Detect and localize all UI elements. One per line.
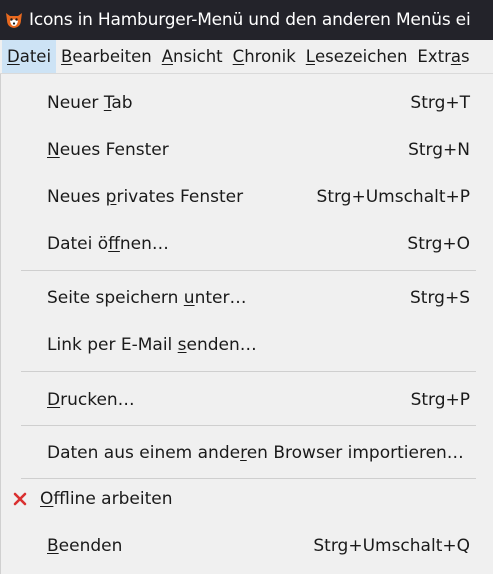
menu-item-save-page-as[interactable]: Seite speichern unter… Strg+S — [1, 274, 493, 321]
menu-item-label: Neues Fenster — [47, 139, 169, 160]
menubar-lesezeichen[interactable]: Lesezeichen — [301, 40, 413, 73]
menu-item-new-tab[interactable]: Neuer Tab Strg+T — [1, 79, 493, 126]
menu-item-open-file[interactable]: Datei öffnen… Strg+O — [1, 220, 493, 267]
menu-item-shortcut: Strg+Umschalt+Q — [313, 535, 470, 556]
menubar-extras[interactable]: Extr a s — [412, 40, 474, 73]
menubar-chronik[interactable]: Chronik — [228, 40, 301, 73]
menu-item-quit[interactable]: Beenden Strg+Umschalt+Q — [1, 522, 493, 569]
x-mark-icon — [13, 492, 27, 505]
menu-item-label: Neuer Tab — [47, 92, 133, 113]
menu-item-label: Drucken… — [47, 389, 135, 410]
menu-item-label: Neues privates Fenster — [47, 186, 244, 207]
accelerator-key: L — [305, 47, 315, 66]
menu-item-shortcut: Strg+P — [410, 389, 470, 410]
accelerator-key: a — [450, 47, 461, 66]
firefox-fox-icon — [6, 13, 22, 28]
accelerator-key: A — [161, 47, 174, 66]
menu-bar: Datei Bearbeiten Ansicht Chronik Lesezei… — [0, 40, 493, 74]
menu-item-shortcut: Strg+S — [410, 287, 470, 308]
menu-separator — [21, 425, 476, 426]
menu-item-label: Datei öffnen… — [47, 233, 169, 254]
menu-item-label: Offline arbeiten — [40, 488, 173, 509]
menu-item-label: Seite speichern unter… — [47, 287, 247, 308]
accelerator-key: C — [232, 47, 245, 66]
menu-item-import-browser-data[interactable]: Daten aus einem anderen Browser importie… — [1, 429, 493, 476]
window-title: Icons in Hamburger-Menü und den anderen … — [29, 10, 471, 30]
menu-item-label: Beenden — [47, 535, 123, 556]
menu-item-shortcut: Strg+T — [410, 92, 470, 113]
menu-item-shortcut: Strg+N — [408, 139, 470, 160]
accelerator-key: D — [7, 47, 20, 66]
menu-separator — [21, 371, 476, 372]
window-titlebar: Icons in Hamburger-Menü und den anderen … — [0, 0, 493, 40]
file-menu-popup: Neuer Tab Strg+T Neues Fenster Strg+N Ne… — [0, 74, 493, 574]
menubar-bearbeiten[interactable]: Bearbeiten — [56, 40, 157, 73]
menu-item-print[interactable]: Drucken… Strg+P — [1, 376, 493, 423]
menu-item-new-private-window[interactable]: Neues privates Fenster Strg+Umschalt+P — [1, 173, 493, 220]
menu-item-label: Daten aus einem anderen Browser importie… — [47, 442, 464, 463]
menu-item-label: Link per E-Mail senden… — [47, 334, 257, 355]
menu-item-new-window[interactable]: Neues Fenster Strg+N — [1, 126, 493, 173]
menubar-datei[interactable]: Datei — [2, 40, 57, 73]
menu-separator — [21, 270, 476, 271]
menu-item-shortcut: Strg+O — [407, 233, 470, 254]
menubar-ansicht[interactable]: Ansicht — [157, 40, 228, 73]
menu-item-email-link[interactable]: Link per E-Mail senden… — [1, 321, 493, 368]
menu-item-work-offline[interactable]: Offline arbeiten — [1, 475, 493, 522]
accelerator-key: B — [61, 47, 73, 66]
menu-item-shortcut: Strg+Umschalt+P — [316, 186, 470, 207]
